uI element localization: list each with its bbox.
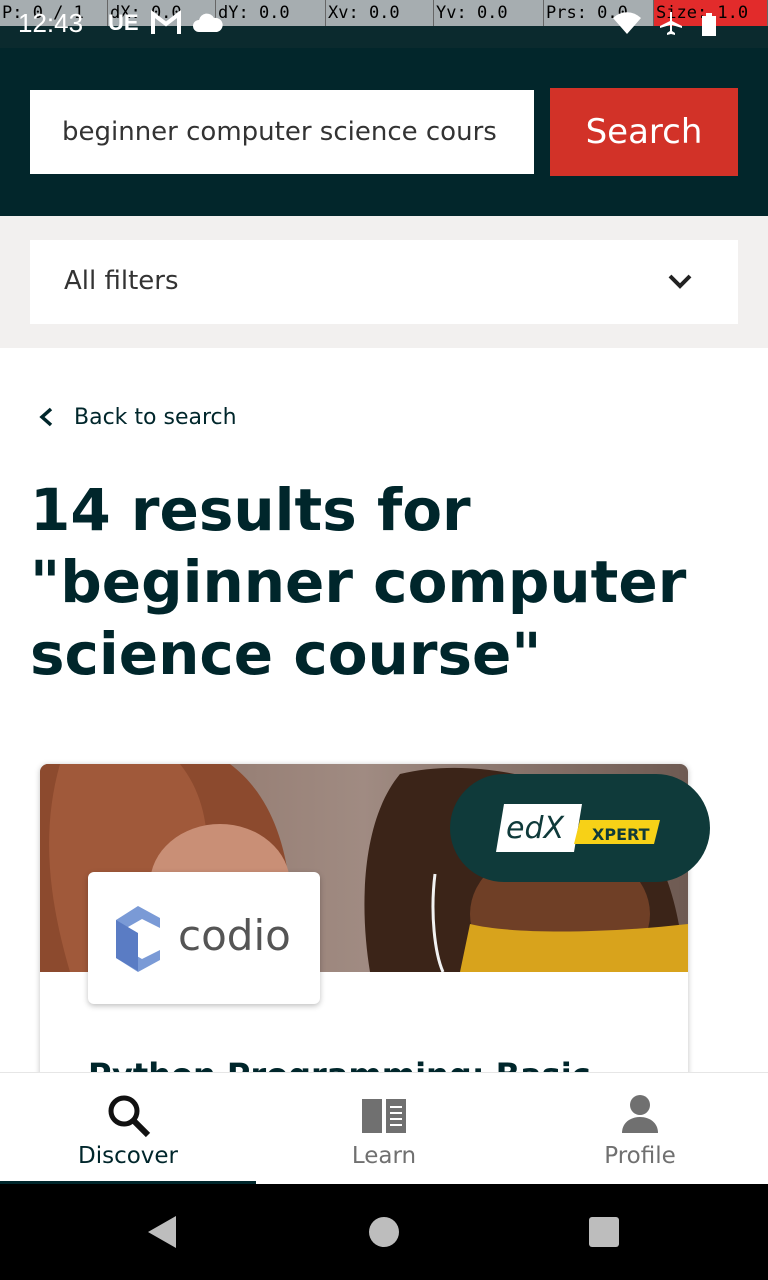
back-triangle-icon[interactable] [144,1214,180,1250]
back-to-search-label: Back to search [74,404,237,430]
status-system-icons [612,10,718,36]
tab-discover[interactable]: Discover [0,1073,256,1185]
all-filters-dropdown[interactable]: All filters [30,240,738,324]
partner-name: codio [178,911,291,960]
filters-label: All filters [64,266,179,296]
status-time: 12:43 [18,8,84,38]
debug-yv: Yv: 0.0 [434,0,544,26]
tab-discover-label: Discover [77,1143,179,1169]
search-button[interactable]: Search [550,88,738,176]
edx-xpert-badge: edX XPERT [450,774,710,882]
debug-xv: Xv: 0.0 [326,0,434,26]
tab-learn[interactable]: Learn [256,1073,512,1185]
partner-logo: codio [88,872,320,1004]
battery-icon [702,13,716,36]
results-heading: 14 results for "beginner computer scienc… [30,476,687,688]
search-input[interactable] [30,90,534,174]
chevron-left-icon [39,407,53,427]
recents-square-icon[interactable] [586,1214,622,1250]
person-icon [622,1095,658,1133]
ue-icon: UE [108,10,139,35]
debug-dy: dY: 0.0 [216,0,326,26]
tab-profile[interactable]: Profile [512,1073,768,1185]
book-icon [362,1099,406,1133]
airplane-icon [660,12,682,35]
badge-brand: edX [506,811,566,846]
search-icon [108,1095,151,1138]
search-header: Search [0,48,768,216]
codio-logo-icon: codio [116,906,291,972]
wifi-icon [613,12,641,34]
gmail-icon [150,10,181,34]
home-circle-icon[interactable] [366,1214,402,1250]
chevron-down-icon [668,274,692,289]
back-to-search-link[interactable]: Back to search [36,400,237,434]
tab-profile-label: Profile [604,1143,676,1169]
edx-logo-icon: edX XPERT [496,804,660,852]
bottom-navigation: Discover Learn Profile [0,1072,768,1185]
badge-tag: XPERT [592,825,650,844]
tab-learn-label: Learn [351,1143,417,1169]
status-notification-icons: UE [108,10,223,36]
filters-area: All filters [0,216,768,348]
system-navigation-bar [0,1184,768,1280]
status-bar: P: 0 / 1 dX: 0.0 dY: 0.0 Xv: 0.0 Yv: 0.0… [0,0,768,48]
cloud-icon [192,13,223,32]
